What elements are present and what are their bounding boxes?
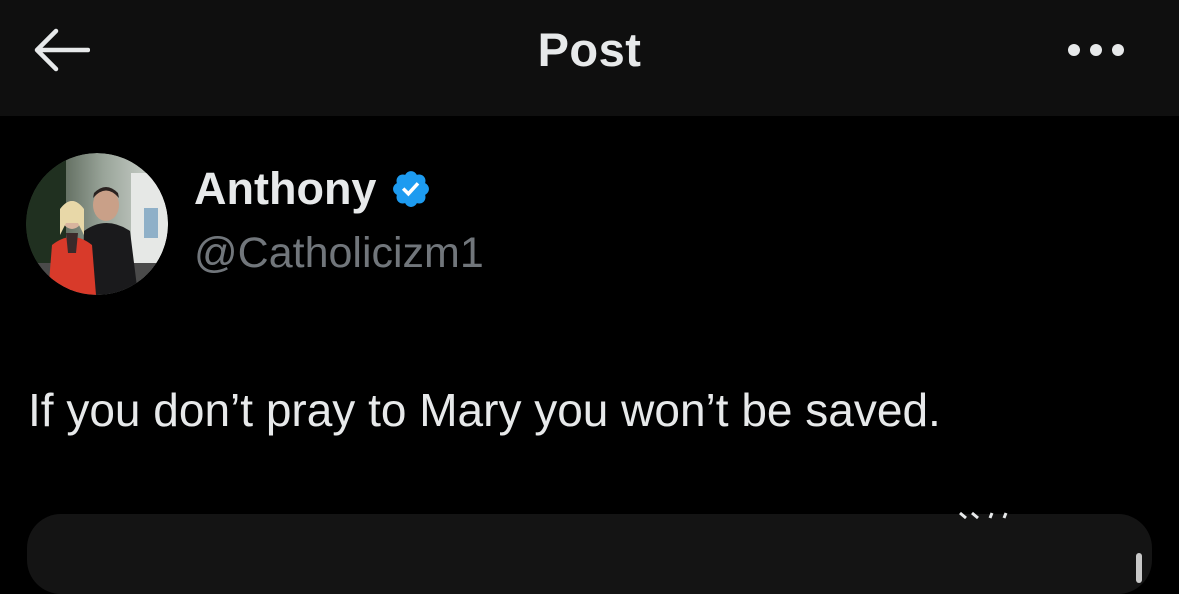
user-handle[interactable]: @Catholicizm1 [194, 232, 484, 275]
profile-photo [26, 153, 168, 295]
display-name[interactable]: Anthony [194, 166, 376, 211]
media-card[interactable] [27, 514, 1152, 594]
author-name-row[interactable]: Anthony [194, 166, 432, 211]
page-title: Post [537, 23, 642, 76]
media-content-peek [959, 511, 1008, 519]
scrollbar[interactable] [1136, 553, 1142, 583]
avatar[interactable] [26, 153, 168, 295]
more-options-button[interactable] [1058, 26, 1134, 74]
top-bar: Post [0, 0, 1179, 116]
more-horizontal-icon [1068, 44, 1124, 56]
post-text: If you don’t pray to Mary you won’t be s… [28, 384, 941, 436]
verified-badge-icon [393, 170, 430, 207]
